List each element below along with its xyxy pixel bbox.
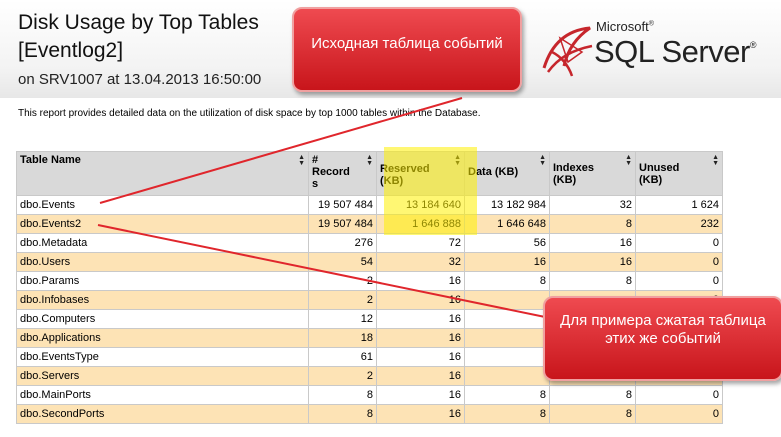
callout-pointer-source (99, 97, 463, 204)
callout-pointer-compressed (97, 224, 551, 319)
callout-compressed-table: Для примера сжатая таблица этих же событ… (543, 296, 781, 381)
callout-source-table: Исходная таблица событий (292, 7, 522, 92)
